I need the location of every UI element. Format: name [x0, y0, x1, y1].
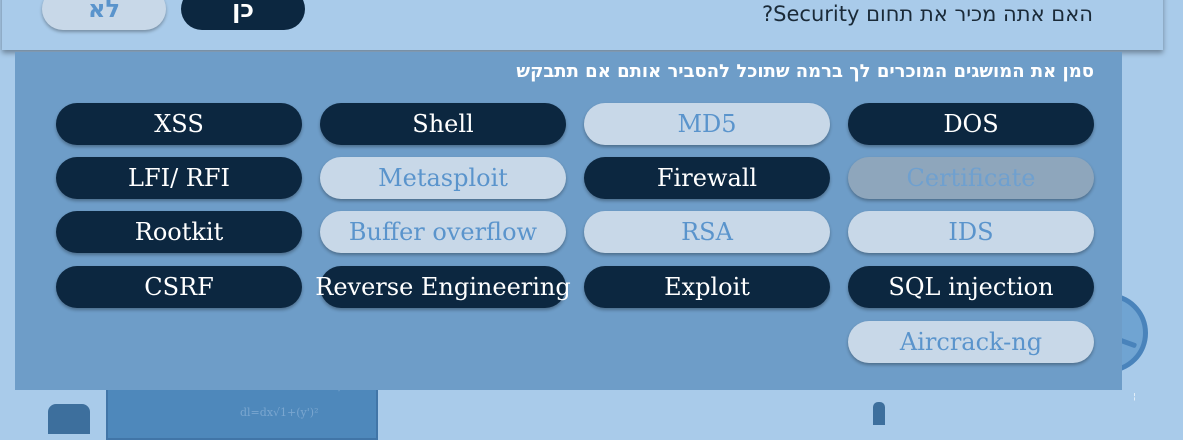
term-button-firewall[interactable]: Firewall — [584, 157, 830, 199]
term-button-certificate[interactable]: Certificate — [848, 157, 1094, 199]
term-button-rootkit[interactable]: Rootkit — [56, 211, 302, 253]
term-button-sql-injection[interactable]: SQL injection — [848, 266, 1094, 308]
term-button-rsa[interactable]: RSA — [584, 211, 830, 253]
term-button-xss[interactable]: XSS — [56, 103, 302, 145]
figure-icon — [873, 402, 885, 425]
term-button-md5[interactable]: MD5 — [584, 103, 830, 145]
panel-title: סמן את המושגים המוכרים לך ברמה שתוכל להס… — [516, 61, 1094, 82]
term-button-ids[interactable]: IDS — [848, 211, 1094, 253]
mug-icon — [48, 404, 90, 434]
term-button-lfi-rfi[interactable]: LFI/ RFI — [56, 157, 302, 199]
term-button-dos[interactable]: DOS — [848, 103, 1094, 145]
term-button-shell[interactable]: Shell — [320, 103, 566, 145]
yes-button[interactable]: כן — [181, 0, 305, 30]
term-button-metasploit[interactable]: Metasploit — [320, 157, 566, 199]
corner-mark: ¦ — [1133, 392, 1136, 401]
question-text: האם אתה מכיר את תחום Security? — [762, 2, 1093, 26]
term-button-exploit[interactable]: Exploit — [584, 266, 830, 308]
board-formula: dl=dx√1+(y')² — [240, 406, 319, 419]
term-button-aircrack-ng[interactable]: Aircrack-ng — [848, 321, 1094, 363]
term-button-reverse-engineering[interactable]: Reverse Engineering — [315, 266, 571, 308]
question-bar: האם אתה מכיר את תחום Security? — [2, 0, 1163, 50]
term-button-csrf[interactable]: CSRF — [56, 266, 302, 308]
no-button[interactable]: לא — [42, 0, 166, 30]
term-button-buffer-overflow[interactable]: Buffer overflow — [320, 211, 566, 253]
